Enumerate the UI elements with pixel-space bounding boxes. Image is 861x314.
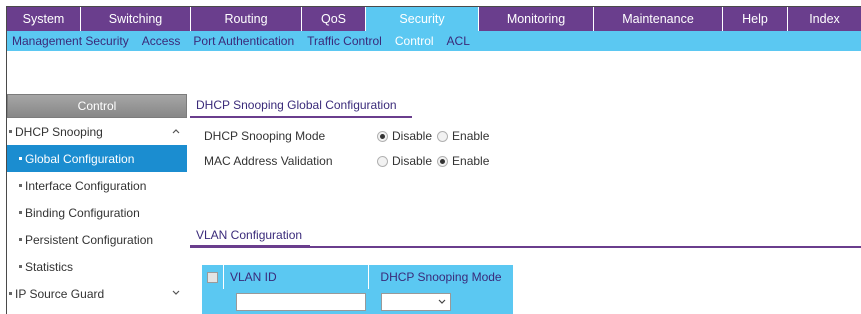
sidebar-item-label: Binding Configuration — [25, 205, 140, 220]
sidebar-item-binding-configuration[interactable]: Binding Configuration — [7, 199, 187, 226]
dhcp-snooping-mode-select[interactable] — [381, 293, 451, 311]
chevron-up-icon[interactable] — [171, 126, 181, 136]
mac-enable-radio[interactable] — [437, 155, 449, 167]
vlan-table-header: VLAN ID DHCP Snooping Mode — [202, 265, 513, 289]
sidebar-item-label: IP Source Guard — [15, 286, 105, 301]
bullet-icon — [19, 265, 22, 268]
sidebar-item-global-configuration[interactable]: Global Configuration — [7, 145, 187, 172]
mode-enable-radio[interactable] — [437, 130, 449, 142]
bullet-icon — [9, 130, 12, 133]
select-all-checkbox[interactable] — [207, 271, 218, 283]
mode-cell — [369, 289, 513, 314]
left-panel-header: Control — [7, 94, 187, 118]
column-header-dhcp-snooping-mode: DHCP Snooping Mode — [380, 270, 502, 284]
sidebar-item-interface-configuration[interactable]: Interface Configuration — [7, 172, 187, 199]
mode-disable-radio[interactable] — [377, 130, 388, 142]
tab-help[interactable]: Help — [723, 7, 788, 31]
sidebar-item-ip-source-guard[interactable]: IP Source Guard — [7, 280, 187, 307]
column-header-vlan-id: VLAN ID — [224, 265, 369, 289]
subnav-port-authentication[interactable]: Port Authentication — [193, 34, 294, 48]
bullet-icon — [19, 157, 22, 160]
tab-security[interactable]: Security — [366, 7, 479, 31]
mac-address-validation-radios: Disable Enable — [377, 154, 494, 168]
top-navigation: System Switching Routing QoS Security Mo… — [7, 7, 861, 31]
mode-disable-label: Disable — [392, 129, 433, 143]
global-config-divider — [190, 116, 412, 118]
row-checkbox-cell — [202, 289, 224, 314]
tab-index[interactable]: Index — [788, 7, 861, 31]
tab-system[interactable]: System — [7, 7, 81, 31]
bullet-icon — [19, 238, 22, 241]
dhcp-snooping-mode-label: DHCP Snooping Mode — [204, 129, 326, 143]
vlan-config-title-underline — [190, 245, 310, 248]
subnav-management-security[interactable]: Management Security — [12, 34, 129, 48]
sidebar-item-statistics[interactable]: Statistics — [7, 253, 187, 280]
dhcp-snooping-mode-radios: Disable Enable — [377, 129, 494, 143]
sidebar-item-label: Statistics — [25, 259, 74, 274]
global-config-title: DHCP Snooping Global Configuration — [196, 98, 397, 112]
mac-disable-label: Disable — [392, 154, 433, 168]
sub-navigation: Management Security Access Port Authenti… — [7, 31, 861, 51]
tab-monitoring[interactable]: Monitoring — [479, 7, 594, 31]
chevron-down-icon — [438, 299, 446, 304]
page-frame: System Switching Routing QoS Security Mo… — [6, 6, 861, 314]
table-row — [202, 289, 513, 314]
bullet-icon — [19, 211, 22, 214]
bullet-icon — [19, 184, 22, 187]
vlan-table: VLAN ID DHCP Snooping Mode — [202, 265, 513, 314]
sidebar-item-dhcp-snooping[interactable]: DHCP Snooping — [7, 118, 187, 145]
mac-address-validation-label: MAC Address Validation — [204, 154, 333, 168]
select-all-cell — [202, 265, 224, 289]
bullet-icon — [9, 292, 12, 295]
sidebar-item-label: DHCP Snooping — [15, 124, 103, 139]
vlan-config-title: VLAN Configuration — [196, 228, 303, 242]
subnav-traffic-control[interactable]: Traffic Control — [307, 34, 382, 48]
tab-qos[interactable]: QoS — [302, 7, 366, 31]
subnav-access[interactable]: Access — [142, 34, 181, 48]
sidebar-item-label: Interface Configuration — [25, 178, 147, 193]
vlan-id-cell — [224, 289, 369, 314]
subnav-acl[interactable]: ACL — [447, 34, 470, 48]
tab-routing[interactable]: Routing — [191, 7, 302, 31]
tab-switching[interactable]: Switching — [81, 7, 191, 31]
left-panel: Control DHCP Snooping Global Configurati… — [7, 94, 187, 307]
mac-enable-label: Enable — [452, 154, 490, 168]
mac-disable-radio[interactable] — [377, 155, 388, 167]
sidebar-item-label: Global Configuration — [25, 151, 135, 166]
vlan-id-input[interactable] — [236, 293, 366, 311]
sidebar-item-label: Persistent Configuration — [25, 232, 154, 247]
subnav-control[interactable]: Control — [395, 34, 434, 48]
mode-enable-label: Enable — [452, 129, 490, 143]
tab-maintenance[interactable]: Maintenance — [594, 7, 723, 31]
sidebar-item-persistent-configuration[interactable]: Persistent Configuration — [7, 226, 187, 253]
chevron-down-icon[interactable] — [171, 288, 181, 298]
